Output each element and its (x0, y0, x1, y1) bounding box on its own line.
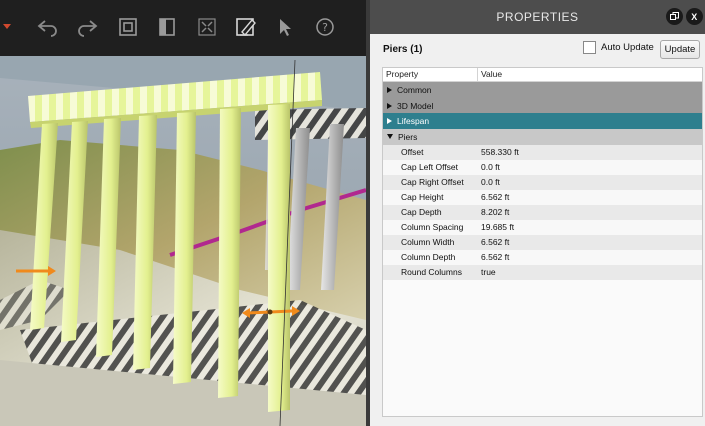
update-button[interactable]: Update (660, 40, 700, 59)
property-row[interactable]: Cap Depth 8.202 ft (383, 204, 702, 220)
property-name: Cap Right Offset (401, 176, 464, 187)
property-name: Offset (401, 146, 424, 157)
edit-icon[interactable] (234, 14, 258, 40)
property-row[interactable]: Column Width 6.562 ft (383, 234, 702, 250)
panel-icon[interactable] (155, 14, 179, 40)
collapsed-triangle-icon[interactable] (387, 86, 392, 93)
column-header-property[interactable]: Property (383, 68, 478, 81)
collapsed-triangle-icon[interactable] (387, 102, 392, 109)
category-common[interactable]: Common (383, 82, 702, 98)
column-header-value[interactable]: Value (478, 68, 502, 81)
property-value[interactable]: 558.330 ft (478, 145, 519, 160)
selection-label: Piers (1) (383, 44, 423, 55)
expanded-triangle-icon[interactable] (387, 134, 393, 140)
auto-update-checkbox[interactable]: Auto Update (583, 41, 654, 54)
category-label: Piers (398, 131, 418, 142)
property-name: Round Columns (401, 266, 462, 277)
close-icon[interactable]: X (686, 8, 703, 25)
property-grid: Property Value Common 3D Model Lifespan Pie… (382, 67, 703, 417)
property-row[interactable]: Cap Right Offset 0.0 ft (383, 174, 702, 190)
property-row[interactable]: Round Columns true (383, 264, 702, 280)
property-value[interactable]: 0.0 ft (478, 160, 500, 175)
app-window: ? PROPERTIES X Piers (1) Auto Update Upd… (0, 0, 705, 426)
property-value[interactable]: 6.562 ft (478, 250, 509, 265)
property-rows: Offset 558.330 ft Cap Left Offset 0.0 ft Cap… (383, 144, 702, 280)
property-row[interactable]: Cap Left Offset 0.0 ft (383, 159, 702, 175)
viewport-toolbar: ? (0, 0, 366, 56)
restore-icon[interactable] (666, 8, 683, 25)
auto-update-label: Auto Update (601, 42, 654, 53)
bridge-scene (0, 56, 366, 426)
category-label: Lifespan (397, 116, 430, 127)
property-row[interactable]: Column Spacing 19.685 ft (383, 219, 702, 235)
selection-row: Piers (1) Auto Update Update (370, 34, 705, 66)
3d-viewport[interactable]: ? (0, 0, 366, 426)
panel-title-bar: PROPERTIES X (370, 0, 705, 34)
category-3d-model[interactable]: 3D Model (383, 97, 702, 114)
category-list: Common 3D Model Lifespan Piers (383, 82, 702, 145)
select-cursor-icon[interactable] (273, 14, 297, 40)
property-row[interactable]: Offset 558.330 ft (383, 144, 702, 160)
fit-view-icon[interactable] (195, 14, 219, 40)
property-name: Column Width (401, 236, 455, 247)
panel-title: PROPERTIES (496, 10, 579, 24)
property-value[interactable]: 8.202 ft (478, 205, 509, 220)
menu-dropdown-icon[interactable] (0, 14, 14, 40)
category-label: Common (397, 84, 432, 95)
property-value[interactable]: 6.562 ft (478, 190, 509, 205)
properties-panel: PROPERTIES X Piers (1) Auto Update Updat… (366, 0, 705, 426)
category-label: 3D Model (397, 100, 434, 111)
property-value[interactable]: true (478, 265, 496, 280)
help-glyph: ? (322, 21, 328, 34)
grid-header: Property Value (383, 68, 702, 82)
collapsed-triangle-icon[interactable] (387, 118, 392, 125)
property-row[interactable]: Cap Height 6.562 ft (383, 189, 702, 205)
property-name: Column Spacing (401, 221, 464, 232)
property-value[interactable]: 6.562 ft (478, 235, 509, 250)
copy-window-icon[interactable] (116, 14, 140, 40)
property-name: Cap Left Offset (401, 161, 459, 172)
checkbox-box[interactable] (583, 41, 596, 54)
category-lifespan[interactable]: Lifespan (383, 113, 702, 130)
property-name: Cap Depth (401, 206, 442, 217)
undo-icon[interactable] (36, 14, 60, 40)
category-piers[interactable]: Piers (383, 129, 702, 145)
property-value[interactable]: 19.685 ft (478, 220, 514, 235)
close-glyph: X (691, 11, 698, 22)
property-name: Column Depth (401, 251, 456, 262)
help-icon[interactable]: ? (313, 14, 337, 40)
property-value[interactable]: 0.0 ft (478, 175, 500, 190)
property-row[interactable]: Column Depth 6.562 ft (383, 249, 702, 265)
property-name: Cap Height (401, 191, 444, 202)
redo-icon[interactable] (75, 14, 99, 40)
